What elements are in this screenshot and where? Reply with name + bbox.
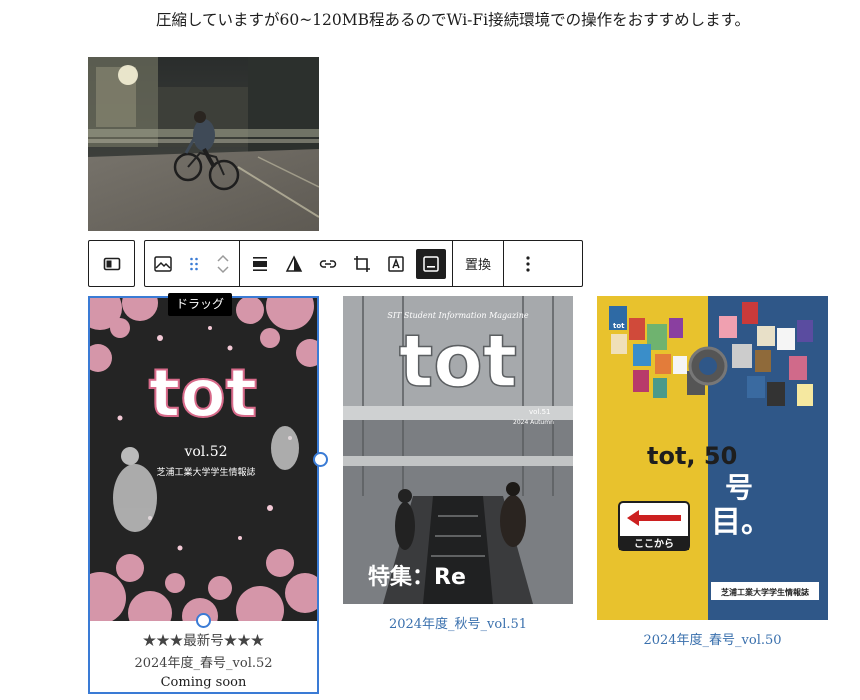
drag-tooltip: ドラッグ [168, 293, 233, 316]
toolbar-group-replace: 置換 [453, 241, 505, 286]
more-caption-button[interactable] [416, 248, 446, 279]
cover-sign-text: ここから [634, 538, 674, 550]
cover-mini-tile: tot [613, 322, 625, 330]
cover-feature-text: 特集：Re [368, 564, 466, 590]
gallery-item-vol52[interactable]: tot vol.52 芝浦工業大学学生情報誌 ★★★最新号★★★ 2024年度_… [88, 296, 319, 694]
resize-handle-right[interactable] [313, 452, 328, 467]
chevron-down-icon[interactable] [216, 265, 230, 275]
item-title-link[interactable]: 2024年度_秋号_vol.51 [343, 613, 573, 632]
toolbar-group-options [504, 241, 552, 286]
toolbar-group-tools [240, 241, 453, 286]
drag-handle[interactable] [181, 246, 207, 282]
latest-badge: ★★★最新号★★★ [142, 633, 265, 649]
columns-icon [103, 257, 120, 270]
crop-button[interactable] [345, 246, 379, 282]
cover-vol51[interactable]: SIT Student Information Magazine tot vol… [343, 296, 573, 604]
chevron-up-icon[interactable] [216, 253, 230, 263]
item-title-link[interactable]: 2024年度_春号_vol.50 [597, 629, 828, 648]
drag-icon [190, 257, 198, 270]
intro-text: 圧縮していますが60~120MB程あるのでWi-Fi接続環境での操作をおすすめし… [155, 11, 751, 29]
crop-icon [354, 255, 370, 272]
text-overlay-icon [388, 255, 404, 272]
duotone-icon [285, 254, 303, 272]
gallery-item-vol51[interactable]: SIT Student Information Magazine tot vol… [343, 296, 573, 636]
link-icon [319, 259, 337, 268]
item-title: 2024年度_春号_vol.52 [134, 656, 273, 671]
cover-vol50[interactable]: tot tot, 50 号 目。 ここから 芝浦工業大学学生情報誌 [597, 296, 828, 620]
text-overlay-button[interactable] [379, 246, 413, 282]
resize-handle-bottom[interactable] [196, 613, 211, 628]
cover-headline-3: 目。 [711, 505, 771, 540]
block-toolbar: 置換 [144, 240, 583, 287]
coming-soon-text: Coming soon [160, 675, 247, 690]
caption-icon [423, 255, 439, 272]
cyclist-photo[interactable] [88, 57, 319, 231]
cover-headline-2: 号 [725, 471, 753, 504]
cover-vol52[interactable]: tot vol.52 芝浦工業大学学生情報誌 [90, 298, 317, 621]
link-button[interactable] [311, 246, 345, 282]
image-icon [154, 255, 172, 272]
cover-headline-1: tot, 50 [647, 442, 737, 470]
block-type-button[interactable] [88, 240, 135, 287]
cover-footer-text: 芝浦工業大学学生情報誌 [721, 587, 809, 597]
cover-volume-text: vol.52 [183, 444, 227, 460]
cover-volume-text: vol.51 [529, 408, 551, 416]
duotone-button[interactable] [277, 246, 311, 282]
block-movers [207, 246, 239, 282]
align-button[interactable] [243, 246, 277, 282]
align-center-icon [253, 256, 267, 271]
cover-brand-text: tot [399, 319, 517, 403]
cover-brand-text: tot [149, 355, 257, 432]
options-button[interactable] [504, 246, 552, 282]
cover-subtitle-text: 芝浦工業大学学生情報誌 [156, 466, 255, 478]
image-block-button[interactable] [145, 246, 181, 282]
toolbar-group-image [145, 241, 240, 286]
gallery-item-vol50[interactable]: tot tot, 50 号 目。 ここから 芝浦工業大学学生情報誌 2024年度… [597, 296, 828, 651]
more-vertical-icon [526, 255, 530, 272]
replace-button[interactable]: 置換 [453, 254, 503, 273]
cover-season-text: 2024 Autumn [513, 419, 554, 426]
